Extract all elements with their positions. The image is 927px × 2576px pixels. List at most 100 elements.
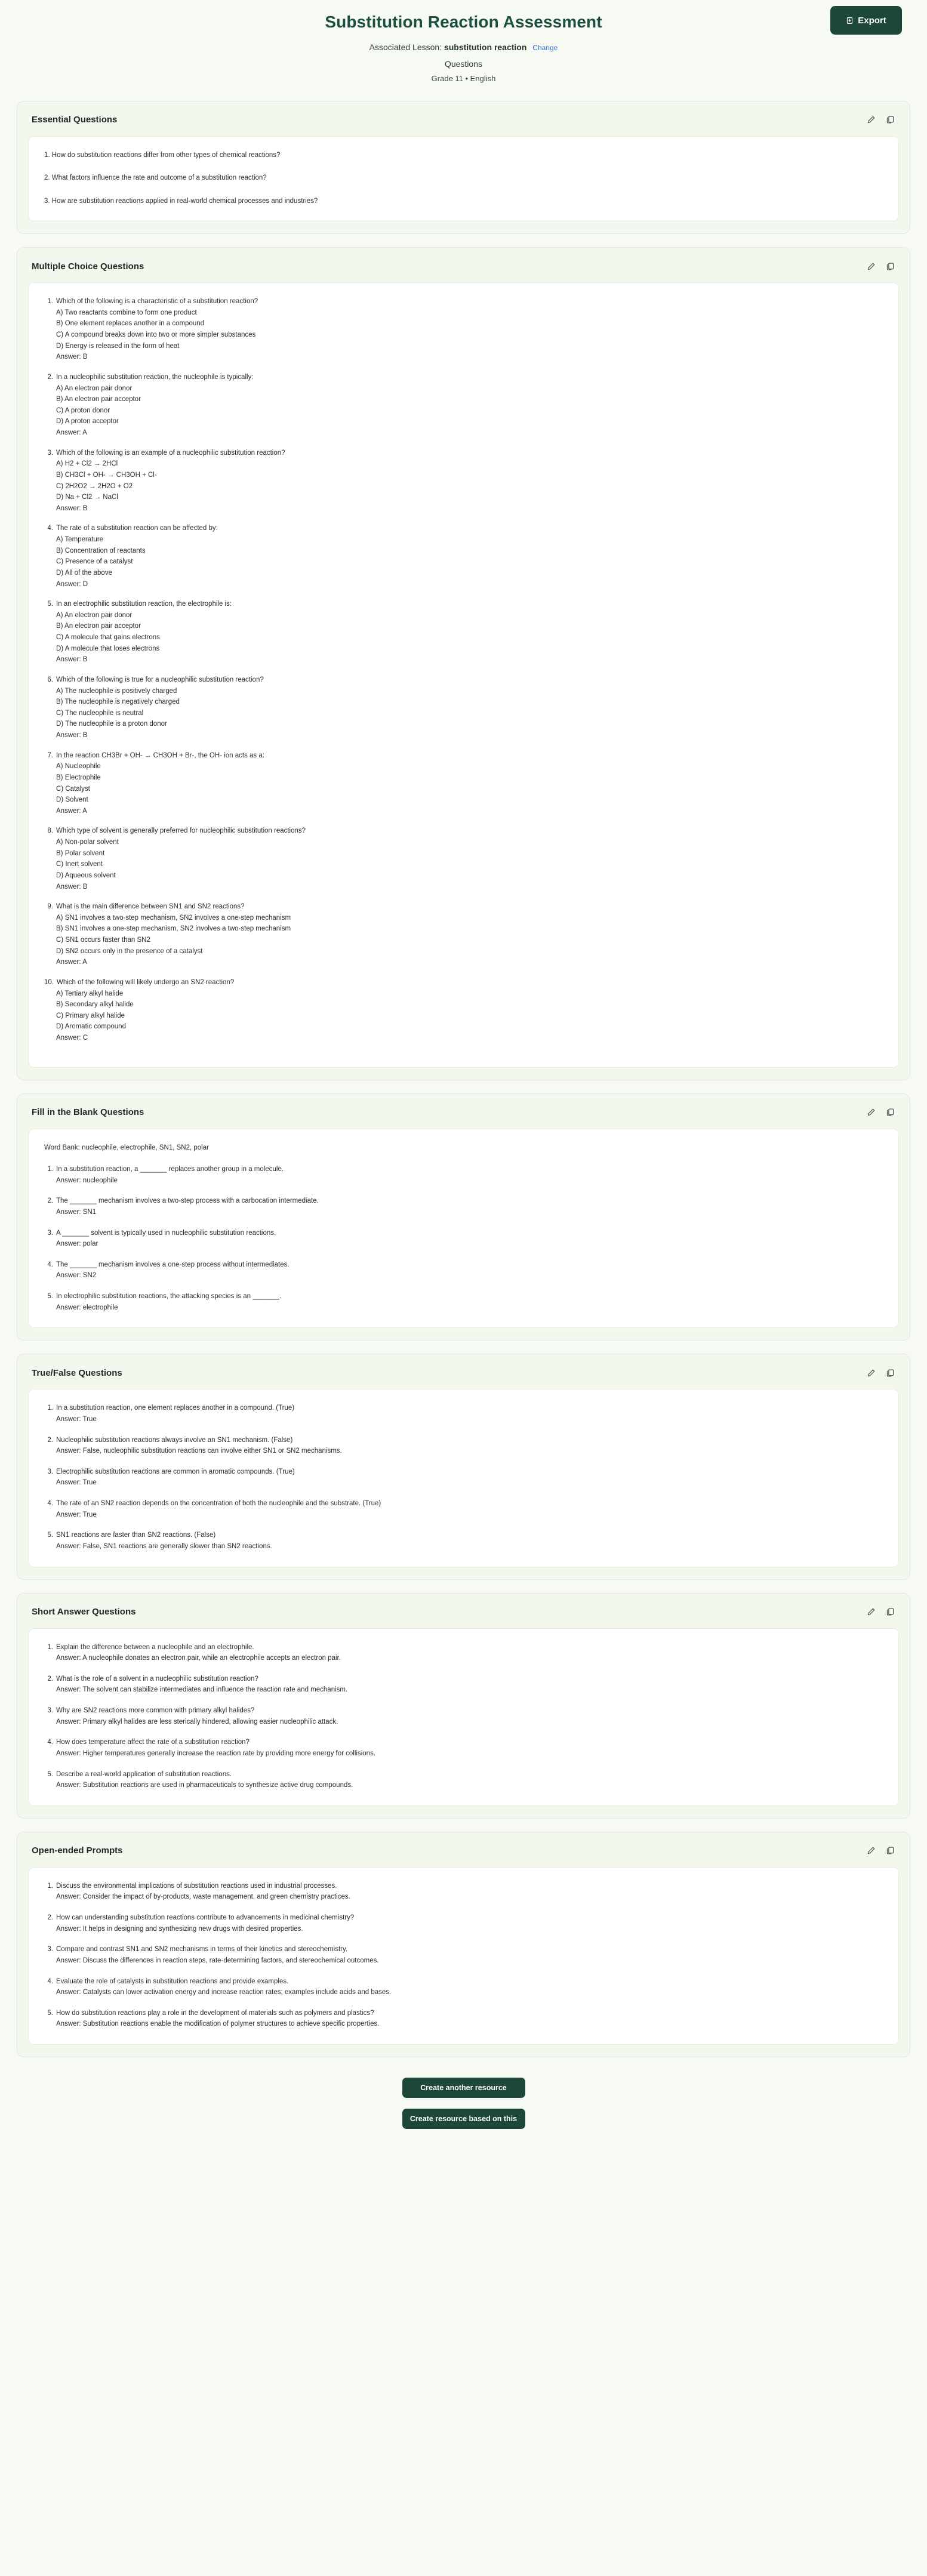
section-actions <box>866 261 895 272</box>
question-number: 5. <box>47 1532 53 1539</box>
question-text: Electrophilic substitution reactions are… <box>56 1468 295 1475</box>
question-text: What is the role of a solvent in a nucle… <box>56 1675 258 1683</box>
question-prompt: 9. What is the main difference between SN… <box>44 901 883 913</box>
question-number: 6. <box>47 676 53 683</box>
question-prompt: 3. Electrophilic substitution reactions a… <box>44 1466 883 1478</box>
answer-option: B) An electron pair acceptor <box>56 396 141 403</box>
edit-pencil-icon[interactable] <box>866 115 876 125</box>
answer-option: C) A proton donor <box>56 406 110 414</box>
question-list: 1. How do substitution reactions differ … <box>44 150 883 207</box>
answer-option: B) The nucleophile is negatively charged <box>56 698 180 706</box>
associated-lesson-row: Associated Lesson: substitution reaction… <box>0 41 927 54</box>
edit-pencil-icon[interactable] <box>866 1107 876 1118</box>
export-icon <box>846 17 854 24</box>
question-text: Evaluate the role of catalysts in substi… <box>56 1977 289 1985</box>
question-number: 3. <box>47 1946 53 1953</box>
section-header: Multiple Choice Questions <box>28 258 899 272</box>
question-prompt: 5. In an electrophilic substitution react… <box>44 599 883 610</box>
copy-icon[interactable] <box>885 1107 895 1118</box>
answer-text: Answer: Consider the impact of by-produc… <box>56 1893 350 1901</box>
answer-text: Answer: A <box>56 429 87 437</box>
question-number: 2. <box>47 1197 53 1205</box>
question-item: 5. In an electrophilic substitution react… <box>44 599 883 665</box>
section-header: Essential Questions <box>28 112 899 125</box>
answer-option: C) Catalyst <box>56 785 90 793</box>
answer-option: B) One element replaces another in a com… <box>56 320 205 328</box>
associated-lesson-name: substitution reaction <box>444 42 527 52</box>
question-number: 1. <box>47 1882 53 1890</box>
section-title: Essential Questions <box>32 115 118 125</box>
question-prompt: 2. The _______ mechanism involves a two-s… <box>44 1195 883 1207</box>
answer-option: B) Secondary alkyl halide <box>56 1001 134 1009</box>
copy-icon[interactable] <box>885 1845 895 1856</box>
question-text: In a substitution reaction, a _______ re… <box>56 1166 284 1173</box>
change-lesson-link[interactable]: Change <box>532 44 558 52</box>
answer-option: D) Energy is released in the form of hea… <box>56 342 180 350</box>
copy-icon[interactable] <box>885 261 895 272</box>
edit-pencil-icon[interactable] <box>866 1607 876 1617</box>
question-item: 9. What is the main difference between SN… <box>44 901 883 968</box>
section-title: Multiple Choice Questions <box>32 261 144 272</box>
question-prompt: 4. The _______ mechanism involves a one-s… <box>44 1259 883 1271</box>
question-text: The rate of a substitution reaction can … <box>56 525 218 532</box>
section-header: True/False Questions <box>28 1365 899 1378</box>
question-text: How can understanding substitution react… <box>56 1914 355 1922</box>
question-item: 4. The rate of a substitution reaction ca… <box>44 523 883 590</box>
export-button[interactable]: Export <box>830 6 902 35</box>
section-title: True/False Questions <box>32 1367 122 1378</box>
question-item: 4. Evaluate the role of catalysts in subs… <box>44 1976 883 1998</box>
create-another-resource-button[interactable]: Create another resource <box>402 2078 525 2099</box>
answer-text: Answer: True <box>56 1479 97 1487</box>
answer-option: C) A molecule that gains electrons <box>56 634 160 642</box>
question-list: 1. Discuss the environmental implications… <box>44 1881 883 2030</box>
answer-option: C) A compound breaks down into two or mo… <box>56 331 256 339</box>
answer-text: Answer: Substitution reactions enable th… <box>56 2020 380 2028</box>
question-prompt: 3. Compare and contrast SN1 and SN2 mecha… <box>44 1944 883 1955</box>
question-item: 1. In a substitution reaction, a _______ … <box>44 1164 883 1186</box>
create-resource-based-on-this-button[interactable]: Create resource based on this <box>402 2109 525 2130</box>
question-number: 2. <box>47 1914 53 1922</box>
section-body: 1. Explain the difference between a nucle… <box>28 1628 899 1806</box>
copy-icon[interactable] <box>885 115 895 125</box>
question-text: In an electrophilic substitution reactio… <box>56 600 232 608</box>
question-text: Discuss the environmental implications o… <box>56 1882 337 1890</box>
edit-pencil-icon[interactable] <box>866 1367 876 1378</box>
section-body: Word Bank: nucleophile, electrophile, SN… <box>28 1128 899 1329</box>
answer-option: D) Aromatic compound <box>56 1023 126 1031</box>
answer-text: Answer: B <box>56 353 88 361</box>
question-number: 3. <box>47 1707 53 1715</box>
answer-option: A) An electron pair donor <box>56 384 133 392</box>
answer-option: D) Aqueous solvent <box>56 871 116 879</box>
copy-icon[interactable] <box>885 1607 895 1617</box>
answer-text: Answer: A nucleophile donates an electro… <box>56 1654 341 1662</box>
question-text: In electrophilic substitution reactions,… <box>56 1293 282 1301</box>
question-prompt: 2. In a nucleophilic substitution reactio… <box>44 372 883 383</box>
question-text: The _______ mechanism involves a one-ste… <box>56 1261 290 1268</box>
option-list: A) An electron pair donor B) An electron … <box>56 383 883 428</box>
copy-icon[interactable] <box>885 1367 895 1378</box>
question-text: Which of the following is a characterist… <box>56 298 258 306</box>
section-actions <box>866 1367 895 1378</box>
answer-text: Answer: Primary alkyl halides are less s… <box>56 1718 338 1725</box>
answer-option: A) Temperature <box>56 536 104 544</box>
option-list: A) Two reactants combine to form one pro… <box>56 307 883 352</box>
question-number: 4. <box>47 1739 53 1746</box>
question-number: 4. <box>47 1977 53 1985</box>
option-list: A) Non-polar solvent B) Polar solvent C) I… <box>56 837 883 882</box>
grade-language-label: Grade 11 • English <box>431 73 496 83</box>
associated-lesson-label: Associated Lesson: <box>369 42 442 52</box>
question-text: Which of the following is an example of … <box>56 449 285 457</box>
section-header: Open-ended Prompts <box>28 1843 899 1856</box>
question-number: 7. <box>47 751 53 759</box>
answer-text: Answer: Substitution reactions are used … <box>56 1782 353 1789</box>
question-text: In the reaction CH3Br + OH- → CH3OH + Br… <box>56 751 264 759</box>
question-prompt: 4. How does temperature affect the rate o… <box>44 1737 883 1748</box>
question-number: 3. <box>47 1468 53 1475</box>
edit-pencil-icon[interactable] <box>866 261 876 272</box>
word-bank: Word Bank: nucleophile, electrophile, SN… <box>44 1144 209 1151</box>
question-prompt: 1. Discuss the environmental implications… <box>44 1881 883 1892</box>
edit-pencil-icon[interactable] <box>866 1845 876 1856</box>
question-item: 2. The _______ mechanism involves a two-s… <box>44 1195 883 1218</box>
question-number: 5. <box>47 2009 53 2017</box>
answer-text: Answer: B <box>56 504 88 512</box>
